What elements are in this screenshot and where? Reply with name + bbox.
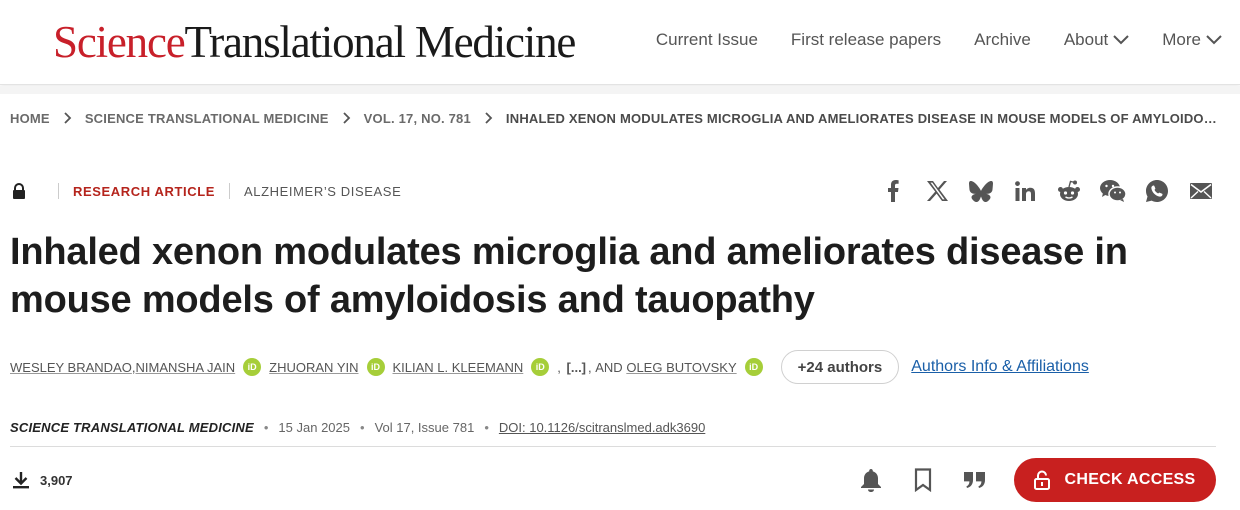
volume-issue[interactable]: Vol 17, Issue 781 [375, 420, 475, 435]
nav-label: Current Issue [655, 30, 758, 49]
bell-icon[interactable] [858, 467, 884, 493]
nav-label: Archive [974, 30, 1031, 49]
bullet-separator: • [263, 419, 269, 435]
article-subject[interactable]: ALZHEIMER’S DISEASE [244, 184, 401, 199]
email-icon[interactable] [1188, 178, 1214, 204]
bullet-separator: • [484, 419, 489, 435]
site-header: ScienceTranslational Medicine Current Is… [0, 0, 1240, 85]
whatsapp-icon[interactable] [1144, 178, 1170, 204]
bookmark-icon[interactable] [910, 467, 936, 493]
reddit-icon[interactable] [1056, 178, 1082, 204]
bullet-separator: • [360, 419, 365, 435]
linkedin-icon[interactable] [1012, 178, 1038, 204]
quote-icon[interactable] [962, 467, 988, 493]
nav-archive[interactable]: Archive [974, 30, 1031, 50]
citation-line: SCIENCE TRANSLATIONAL MEDICINE • 15 Jan … [10, 418, 705, 436]
authors-and: AND [595, 359, 623, 375]
download-icon [13, 472, 29, 489]
top-navigation: Current Issue First release papers Archi… [623, 0, 1222, 80]
orcid-icon[interactable]: iD [531, 358, 550, 376]
share-icons [862, 178, 1214, 204]
nav-label: About [1063, 30, 1109, 49]
orcid-icon[interactable]: iD [366, 358, 385, 376]
check-access-button[interactable]: CHECK ACCESS [1014, 458, 1216, 502]
nav-current-issue[interactable]: Current Issue [656, 30, 758, 50]
facebook-icon[interactable] [880, 178, 906, 204]
doi-link[interactable]: DOI: 10.1126/scitranslmed.adk3690 [499, 420, 705, 435]
journal-logo[interactable]: ScienceTranslational Medicine [53, 14, 577, 70]
author-name[interactable]: OLEG BUTOVSKY [626, 360, 736, 375]
author-name[interactable]: WESLEY BRANDAO [10, 360, 132, 375]
article-title: Inhaled xenon modulates microglia and am… [10, 231, 1128, 321]
authors-info-affiliations-link[interactable]: Authors Info & Affiliations [911, 358, 1089, 376]
chevron-down-icon [1113, 35, 1129, 45]
breadcrumb: HOME SCIENCE TRANSLATIONAL MEDICINE VOL.… [10, 108, 1220, 128]
header-divider-band [0, 86, 1240, 94]
divider [10, 446, 1216, 447]
article-tools [858, 466, 1014, 494]
journal-name: SCIENCE TRANSLATIONAL MEDICINE [10, 419, 254, 435]
breadcrumb-issue[interactable]: VOL. 17, NO. 781 [364, 111, 471, 126]
breadcrumb-journal[interactable]: SCIENCE TRANSLATIONAL MEDICINE [85, 111, 329, 126]
chevron-right-icon [343, 112, 351, 124]
chevron-right-icon [485, 112, 493, 124]
author-name[interactable]: NIMANSHA JAIN [135, 360, 235, 375]
nav-label: More [1162, 30, 1201, 49]
chevron-right-icon [64, 112, 72, 124]
orcid-icon[interactable]: iD [744, 358, 763, 376]
download-count-value: 3,907 [40, 472, 73, 488]
article-type[interactable]: RESEARCH ARTICLE [73, 184, 215, 199]
download-count: 3,907 [12, 470, 73, 490]
divider [58, 183, 59, 199]
orcid-icon[interactable]: iD [243, 358, 262, 376]
logo-title: Translational Medicine [184, 17, 577, 67]
breadcrumb-current-article: INHALED XENON MODULATES MICROGLIA AND AM… [505, 110, 1220, 126]
unlock-icon [1034, 470, 1051, 490]
chevron-down-icon [1206, 35, 1222, 45]
authors-ellipsis[interactable]: [...] [567, 360, 587, 375]
author-separator: , [557, 359, 565, 375]
author-name[interactable]: KILIAN L. KLEEMANN [393, 360, 524, 375]
author-list: WESLEY BRANDAO, NIMANSHA JAIN iD ZHUORAN… [10, 350, 1089, 384]
nav-about[interactable]: About [1064, 30, 1129, 50]
author-separator: , [588, 359, 596, 375]
publication-date: 15 Jan 2025 [278, 419, 350, 435]
lock-icon [13, 183, 25, 199]
article-meta-row: RESEARCH ARTICLE ALZHEIMER’S DISEASE [12, 180, 401, 202]
wechat-icon[interactable] [1100, 178, 1126, 204]
more-authors-button[interactable]: +24 authors [780, 350, 900, 384]
x-icon[interactable] [924, 178, 950, 204]
bluesky-icon[interactable] [968, 178, 994, 204]
author-name[interactable]: ZHUORAN YIN [269, 360, 358, 375]
breadcrumb-home[interactable]: HOME [10, 111, 50, 126]
divider [229, 183, 231, 199]
nav-first-release-papers[interactable]: First release papers [791, 30, 941, 50]
nav-more[interactable]: More [1162, 30, 1222, 50]
nav-label: First release papers [790, 30, 942, 49]
check-access-label: CHECK ACCESS [1064, 471, 1196, 488]
logo-brand: Science [53, 17, 186, 67]
